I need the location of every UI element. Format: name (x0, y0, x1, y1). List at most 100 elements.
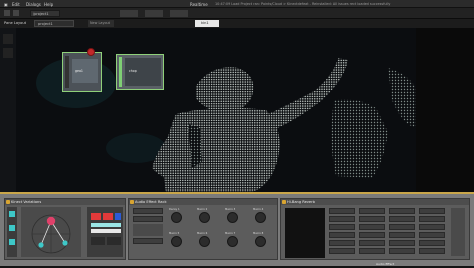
reverb-param-5[interactable] (329, 240, 355, 246)
device-rack-power-icon[interactable] (130, 200, 134, 204)
header-tag[interactable]: Realtime (190, 2, 208, 7)
reverb-output-meter (451, 208, 465, 256)
reverb-param-9[interactable] (359, 224, 385, 230)
rack-variation-store[interactable] (133, 216, 163, 222)
macro-2-knob[interactable] (199, 212, 210, 223)
xy-variation-pad[interactable] (21, 207, 81, 257)
node-chop-inputs (119, 57, 122, 87)
macro-4-knob[interactable] (255, 212, 266, 223)
strip-icon-1[interactable] (9, 211, 15, 217)
strip-icon-3[interactable] (9, 239, 15, 245)
reverb-param-17[interactable] (389, 240, 415, 246)
menu-bar: ▣ Edit Dialogs Help Realtime 10:47:09 Lo… (0, 0, 474, 8)
reverb-param-23[interactable] (419, 240, 445, 246)
macro-8[interactable]: Macro 8 (253, 232, 266, 247)
point-cloud-viewport[interactable]: geo1 chop (16, 28, 416, 192)
macro-2-label: Macro 2 (197, 208, 208, 211)
node-chop[interactable]: chop (116, 54, 164, 90)
macro-5-label: Macro 5 (169, 232, 180, 235)
toolbar-button-3[interactable] (170, 10, 188, 17)
pad-white-bar[interactable] (91, 229, 121, 233)
reverb-param-19[interactable] (419, 208, 445, 214)
path-field[interactable]: /project1 (30, 10, 60, 17)
reverb-param-11[interactable] (359, 240, 385, 246)
macro-4[interactable]: Macro 4 (253, 208, 266, 223)
variation-pad-grid (87, 207, 123, 257)
reverb-param-6[interactable] (329, 248, 355, 254)
device-reverb-header: Hi-Bang Reverb (281, 199, 469, 205)
device-audio-effect-rack[interactable]: Audio Effect Rack Decay 1 Macro 2 Macro … (128, 198, 278, 260)
macro-1[interactable]: Decay 1 (169, 208, 182, 223)
reverb-param-2[interactable] (329, 216, 355, 222)
menu-dialogs[interactable]: Dialogs (26, 2, 41, 7)
sidebar-button-2[interactable] (3, 48, 13, 58)
macro-1-knob[interactable] (171, 212, 182, 223)
device-reverb[interactable]: Hi-Bang Reverb (280, 198, 470, 260)
reverb-param-14[interactable] (389, 216, 415, 222)
macro-6-knob[interactable] (199, 236, 210, 247)
reverb-param-13[interactable] (389, 208, 415, 214)
macro-5[interactable]: Macro 5 (169, 232, 182, 247)
stop-icon[interactable] (13, 10, 19, 16)
reverb-param-16[interactable] (389, 232, 415, 238)
reverb-param-18[interactable] (389, 248, 415, 254)
macro-6[interactable]: Macro 6 (197, 232, 210, 247)
macro-7-knob[interactable] (227, 236, 238, 247)
macro-7-label: Macro 7 (225, 232, 236, 235)
reverb-param-7[interactable] (359, 208, 385, 214)
device-rack-header: Audio Effect Rack (129, 199, 277, 205)
toolbar-button-1[interactable] (120, 10, 138, 17)
strip-icon-2[interactable] (9, 225, 15, 231)
toolbar-button-2[interactable] (145, 10, 163, 17)
pane-layout-label[interactable]: Pane Layout (4, 21, 26, 25)
reverb-param-8[interactable] (359, 216, 385, 222)
pad-red[interactable] (91, 213, 101, 220)
node-geo[interactable]: geo1 (62, 52, 102, 92)
reverb-param-15[interactable] (389, 224, 415, 230)
right-margin (416, 28, 474, 192)
reverb-param-4[interactable] (329, 232, 355, 238)
macro-6-label: Macro 6 (197, 232, 208, 235)
pad-dark-1[interactable] (91, 237, 105, 245)
rack-variation-select[interactable] (133, 208, 163, 214)
node-inputs (65, 56, 69, 88)
reverb-param-20[interactable] (419, 216, 445, 222)
device-reverb-title: Hi-Bang Reverb (287, 200, 315, 204)
pad-blue[interactable] (115, 213, 121, 220)
macro-3[interactable]: Macro 3 (225, 208, 238, 223)
reverb-param-1[interactable] (329, 208, 355, 214)
reverb-param-21[interactable] (419, 224, 445, 230)
tab-new-layout[interactable]: New Layout (88, 20, 114, 27)
macro-2[interactable]: Macro 2 (197, 208, 210, 223)
sidebar-button-1[interactable] (3, 34, 13, 44)
device-reverb-power-icon[interactable] (282, 200, 286, 204)
play-icon[interactable] (4, 10, 10, 16)
rack-variation-rand[interactable] (133, 238, 163, 244)
bottom-status: Audio Effect (376, 262, 395, 266)
menu-help[interactable]: Help (44, 2, 53, 7)
macro-4-label: Macro 4 (253, 208, 264, 211)
pad-dark-2[interactable] (107, 237, 121, 245)
macro-5-knob[interactable] (171, 236, 182, 247)
reverb-param-22[interactable] (419, 232, 445, 238)
macro-3-knob[interactable] (227, 212, 238, 223)
reverb-param-12[interactable] (359, 248, 385, 254)
pad-red-2[interactable] (103, 213, 113, 220)
kinect-badge[interactable]: kin1 (195, 20, 219, 27)
ableton-device-chain: Kinect Variations Audio Effect Rack Deca… (0, 192, 474, 266)
macro-7[interactable]: Macro 7 (225, 232, 238, 247)
tab-project[interactable]: project1 (34, 20, 74, 27)
reverb-param-3[interactable] (329, 224, 355, 230)
tab-bar: Pane Layout project1 New Layout kin1 (0, 19, 474, 28)
macro-8-knob[interactable] (255, 236, 266, 247)
menu-edit[interactable]: Edit (12, 2, 20, 7)
reverb-param-10[interactable] (359, 232, 385, 238)
reverb-param-24[interactable] (419, 248, 445, 254)
pad-cyan-bar[interactable] (91, 223, 121, 227)
app-icon[interactable]: ▣ (4, 2, 8, 7)
reverb-display (285, 208, 325, 258)
reverb-param-grid (329, 208, 467, 258)
device-kinect-variations[interactable]: Kinect Variations (4, 198, 126, 260)
device-kinect-power-icon[interactable] (6, 200, 10, 204)
node-error-icon[interactable] (87, 48, 95, 56)
